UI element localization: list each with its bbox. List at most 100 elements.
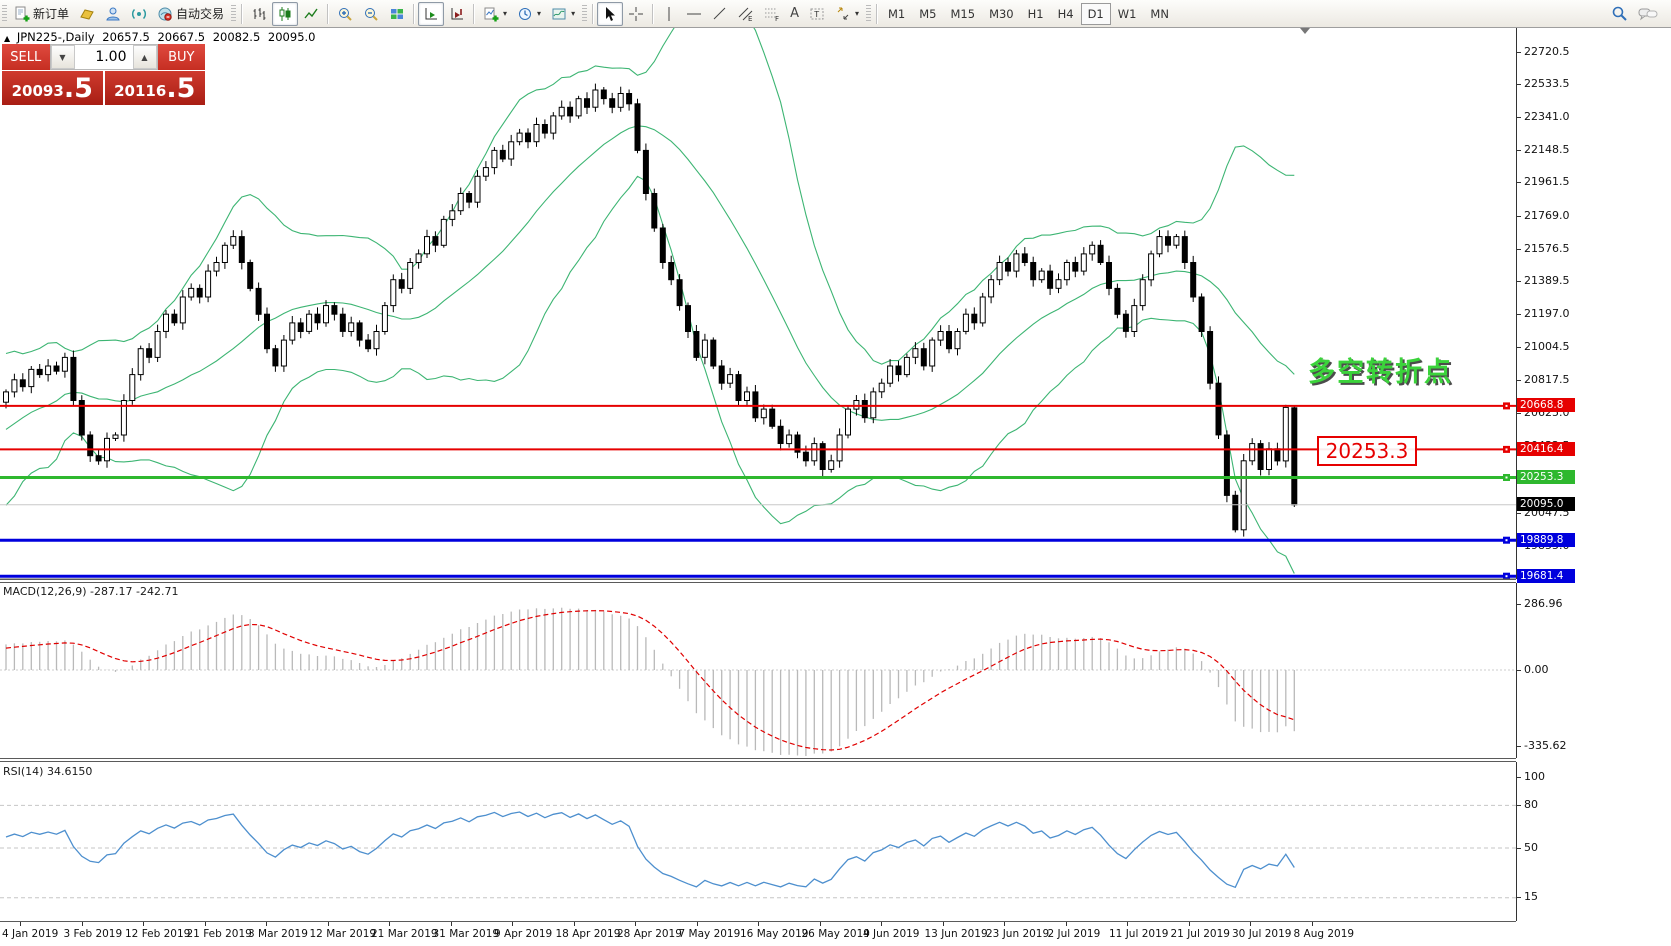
date-label: 4 Jan 2019: [2, 928, 58, 940]
axis-tick-label: 22720.5: [1524, 45, 1570, 58]
trendline-button[interactable]: [707, 2, 733, 26]
price-tag-20095.0[interactable]: 20095.0: [1517, 497, 1575, 511]
timeframe-m1[interactable]: M1: [881, 3, 912, 25]
axis-frame-line: [1516, 583, 1517, 758]
date-tick: [205, 922, 206, 926]
bar-chart-button[interactable]: [246, 2, 272, 26]
sell-price-main: 20093: [12, 78, 64, 104]
horizontal-line-icon: [686, 6, 702, 22]
gold-nugget-button[interactable]: [74, 2, 100, 26]
zoom-in-button[interactable]: [332, 2, 358, 26]
scroll-position-marker[interactable]: [1300, 28, 1310, 34]
zoom-in-icon: [337, 6, 353, 22]
date-tick: [1312, 922, 1313, 926]
chevron-down-icon: ▾: [503, 9, 507, 18]
chart-shift-button[interactable]: [444, 2, 470, 26]
channel-icon: E: [738, 6, 754, 22]
date-tick: [1004, 922, 1005, 926]
text-label-button[interactable]: T: [804, 2, 830, 26]
axis-tick-label: 22148.5: [1524, 143, 1570, 156]
autotrade-button[interactable]: 自动交易: [152, 2, 229, 26]
new-order-button[interactable]: 新订单: [9, 2, 74, 26]
fibonacci-button[interactable]: F: [759, 2, 785, 26]
indicators-button[interactable]: ▾: [478, 2, 512, 26]
sell-button[interactable]: SELL: [2, 44, 50, 70]
ohlc-close: 20095.0: [268, 30, 316, 44]
toolbar-grip[interactable]: [231, 5, 236, 23]
bar-chart-icon: [251, 6, 267, 22]
axis-tick-label: 80: [1524, 798, 1538, 811]
fibonacci-icon: F: [764, 6, 780, 22]
date-tick: [451, 922, 452, 926]
crosshair-icon: [628, 6, 644, 22]
toolbar-grip[interactable]: [582, 5, 587, 23]
toolbar-grip[interactable]: [2, 5, 7, 23]
timeframe-h1[interactable]: H1: [1021, 3, 1051, 25]
macd-indicator-panel[interactable]: [0, 583, 1516, 758]
timeframe-h4[interactable]: H4: [1051, 3, 1081, 25]
timeframe-m5[interactable]: M5: [912, 3, 943, 25]
volume-input[interactable]: [75, 45, 133, 69]
buy-button[interactable]: BUY: [158, 44, 206, 70]
main-price-chart[interactable]: [0, 28, 1516, 580]
date-label: 21 Feb 2019: [187, 928, 252, 940]
buy-price-frac: .5: [166, 74, 195, 104]
periods-button[interactable]: ▾: [512, 2, 546, 26]
arrows-button[interactable]: ▾: [830, 2, 864, 26]
timeframe-m15[interactable]: M15: [944, 3, 983, 25]
price-tag-19889.8[interactable]: 19889.8: [1517, 533, 1575, 547]
macd-label: MACD(12,26,9) -287.17 -242.71: [3, 585, 178, 598]
axis-tick-label: 20817.5: [1524, 373, 1570, 386]
date-tick: [574, 922, 575, 926]
line-chart-button[interactable]: [298, 2, 324, 26]
chat-icon: [1638, 6, 1658, 22]
zoom-out-button[interactable]: [358, 2, 384, 26]
candlestick-chart-button[interactable]: [272, 2, 298, 26]
clock-icon: [517, 6, 533, 22]
chat-button[interactable]: [1633, 2, 1663, 26]
level-annotation-box[interactable]: 20253.3: [1317, 436, 1417, 466]
vertical-line-button[interactable]: [657, 2, 681, 26]
equidistant-channel-button[interactable]: E: [733, 2, 759, 26]
tile-windows-button[interactable]: [384, 2, 410, 26]
svg-text:F: F: [775, 15, 779, 22]
date-tick: [143, 922, 144, 926]
price-tag-20668.8[interactable]: 20668.8: [1517, 398, 1575, 412]
timeframe-d1[interactable]: D1: [1081, 3, 1111, 25]
symbol-name: JPN225-,Daily: [17, 30, 95, 44]
timeframe-mn[interactable]: MN: [1143, 3, 1176, 25]
chart-window[interactable]: 4 Jan 20193 Feb 201912 Feb 201921 Feb 20…: [0, 28, 1671, 946]
separator: [413, 4, 415, 24]
crosshair-button[interactable]: [623, 2, 649, 26]
price-tag-19681.4[interactable]: 19681.4: [1517, 569, 1575, 583]
timeframe-m30[interactable]: M30: [982, 3, 1021, 25]
templates-button[interactable]: ▾: [546, 2, 580, 26]
turning-point-annotation[interactable]: 多空转折点: [1308, 350, 1453, 389]
date-label: 16 May 2019: [740, 928, 808, 940]
axis-tick-label: 22533.5: [1524, 77, 1570, 90]
price-axis[interactable]: 22720.522533.522341.022148.521961.521769…: [1516, 28, 1671, 946]
sell-price[interactable]: 20093 .5: [2, 71, 103, 105]
rsi-indicator-panel[interactable]: [0, 762, 1516, 921]
date-tick: [881, 922, 882, 926]
community-button[interactable]: [100, 2, 126, 26]
price-tag-20416.4[interactable]: 20416.4: [1517, 442, 1575, 456]
axis-tick-label: 21004.5: [1524, 340, 1570, 353]
date-tick: [1250, 922, 1251, 926]
text-button[interactable]: A: [785, 2, 804, 26]
date-axis[interactable]: 4 Jan 20193 Feb 201912 Feb 201921 Feb 20…: [0, 922, 1671, 946]
cursor-button[interactable]: [597, 2, 623, 26]
ohlc-high: 20667.5: [157, 30, 205, 44]
timeframe-bar: M1M5M15M30H1H4D1W1MN: [881, 3, 1176, 25]
timeframe-w1[interactable]: W1: [1111, 3, 1144, 25]
autoscroll-button[interactable]: [418, 2, 444, 26]
price-tag-20253.3[interactable]: 20253.3: [1517, 470, 1575, 484]
collapse-triangle-icon[interactable]: ▲: [4, 34, 10, 43]
horizontal-line-button[interactable]: [681, 2, 707, 26]
signals-button[interactable]: [126, 2, 152, 26]
toolbar-grip[interactable]: [866, 5, 871, 23]
volume-decrease-button[interactable]: ▼: [51, 45, 75, 69]
volume-increase-button[interactable]: ▲: [133, 45, 157, 69]
search-button[interactable]: [1606, 2, 1633, 26]
buy-price[interactable]: 20116 .5: [105, 71, 206, 105]
